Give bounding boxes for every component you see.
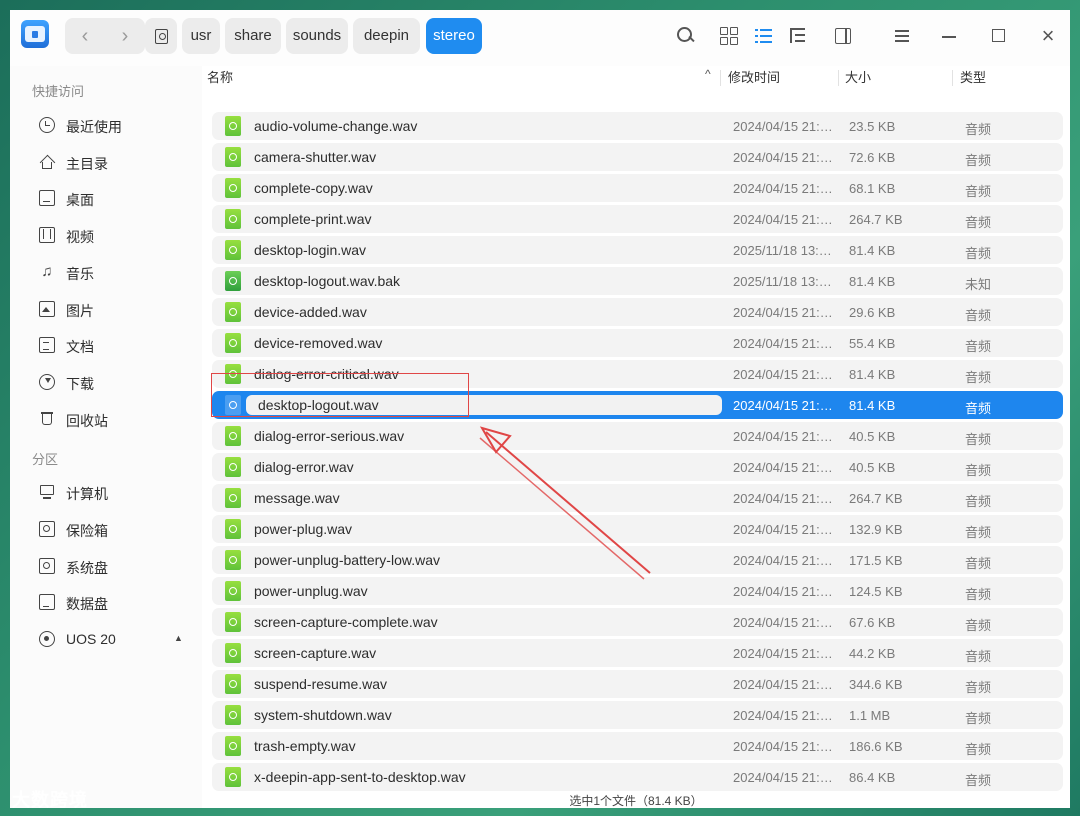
annotation-arrow <box>479 426 651 580</box>
watermark: 大数跨境 <box>12 790 88 810</box>
